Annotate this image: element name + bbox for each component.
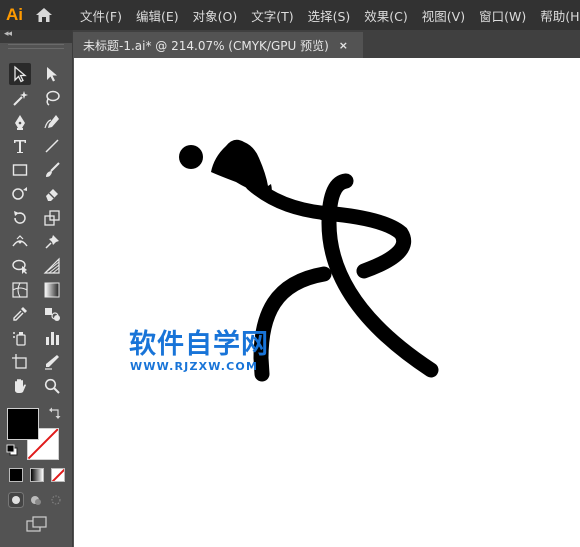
gradient-mode-button[interactable] [30, 468, 44, 482]
tools-panel: ◂◂ [0, 29, 73, 547]
eyedropper-tool[interactable] [9, 303, 31, 325]
stick-figure-artwork[interactable] [74, 58, 580, 547]
eraser-tool[interactable] [41, 183, 63, 205]
figure-arm-stroke [245, 177, 331, 220]
screen-mode-icon[interactable] [26, 516, 48, 534]
shaper-tool[interactable] [9, 183, 31, 205]
curvature-pen-icon [44, 115, 59, 129]
blend-tool[interactable] [41, 303, 63, 325]
rotate-tool[interactable] [9, 207, 31, 229]
zoom-tool[interactable] [41, 375, 63, 397]
menu-window[interactable]: 窗口(W) [472, 6, 533, 25]
menu-effect[interactable]: 效果(C) [357, 6, 414, 25]
panel-grip[interactable] [8, 44, 64, 49]
puppet-warp-tool[interactable] [41, 231, 63, 253]
type-t-icon [14, 140, 26, 153]
slice-knife-icon [45, 355, 59, 370]
swap-colors-icon[interactable] [48, 406, 62, 420]
hand-icon [15, 379, 26, 393]
mesh-tool[interactable] [9, 279, 31, 301]
fill-color-swatch[interactable] [7, 408, 39, 440]
menu-select[interactable]: 选择(S) [301, 6, 358, 25]
draw-inside-icon[interactable] [48, 492, 64, 508]
blend-icon [45, 308, 60, 321]
slice-tool[interactable] [41, 351, 63, 373]
width-tool[interactable] [9, 231, 31, 253]
document-tab-bar: 未标题-1.ai* @ 214.07% (CMYK/GPU 预览) × [73, 30, 580, 58]
close-tab-icon[interactable]: × [339, 39, 348, 52]
collapse-panel-icon[interactable]: ◂◂ [4, 29, 12, 39]
draw-behind-icon[interactable] [28, 492, 44, 508]
hand-tool[interactable] [9, 375, 31, 397]
lasso-tool[interactable] [41, 87, 63, 109]
draw-normal-icon[interactable] [8, 492, 24, 508]
scale-tool[interactable] [41, 207, 63, 229]
type-tool[interactable] [9, 135, 31, 157]
color-mode-button[interactable] [9, 468, 23, 482]
gradient-tool[interactable] [41, 279, 63, 301]
magic-wand-icon [13, 91, 28, 106]
magnifier-icon [44, 378, 60, 394]
shaper-icon [12, 187, 27, 200]
line-segment-tool[interactable] [41, 135, 63, 157]
shape-builder-tool[interactable] [9, 255, 31, 277]
shape-builder-icon [12, 259, 27, 274]
paintbrush-icon [46, 162, 60, 177]
none-mode-button[interactable] [51, 468, 65, 482]
default-colors-icon[interactable] [6, 444, 18, 456]
menu-bar: Ai 文件(F) 编辑(E) 对象(O) 文字(T) 选择(S) 效果(C) 视… [0, 0, 580, 30]
direct-selection-icon [47, 67, 57, 82]
document-tab[interactable]: 未标题-1.ai* @ 214.07% (CMYK/GPU 预览) × [73, 32, 363, 58]
pen-tool[interactable] [9, 111, 31, 133]
pen-icon [15, 115, 25, 130]
figure-head [179, 145, 203, 169]
menu-edit[interactable]: 编辑(E) [129, 6, 186, 25]
curvature-tool[interactable] [41, 111, 63, 133]
rotate-icon [14, 211, 26, 224]
menu-object[interactable]: 对象(O) [186, 6, 245, 25]
direct-selection-tool[interactable] [41, 63, 63, 85]
eyedropper-icon [13, 307, 27, 321]
menu-help[interactable]: 帮助(H) [533, 6, 580, 25]
gradient-icon [44, 282, 60, 298]
menu-view[interactable]: 视图(V) [415, 6, 472, 25]
artboard-canvas[interactable]: 软件自学网 WWW.RJZXW.COM [74, 58, 580, 547]
eraser-icon [46, 189, 58, 201]
perspective-grid-tool[interactable] [41, 255, 63, 277]
line-segment-icon [45, 139, 59, 153]
column-graph-icon [46, 332, 59, 345]
selection-arrow-icon [14, 65, 27, 83]
document-title: 未标题-1.ai* @ 214.07% (CMYK/GPU 预览) [83, 38, 329, 53]
symbol-sprayer-tool[interactable] [9, 327, 31, 349]
figure-leg-stroke [253, 266, 332, 382]
pushpin-icon [45, 235, 59, 249]
rectangle-icon [12, 164, 28, 176]
perspective-grid-icon [43, 257, 60, 274]
menu-file[interactable]: 文件(F) [73, 6, 129, 25]
menu-type[interactable]: 文字(T) [244, 6, 300, 25]
watermark: 软件自学网 WWW.RJZXW.COM [129, 329, 269, 374]
paintbrush-tool[interactable] [41, 159, 63, 181]
home-icon[interactable] [35, 5, 53, 25]
symbol-sprayer-icon [13, 332, 26, 346]
artboard-tool[interactable] [9, 351, 31, 373]
panel-header: ◂◂ [0, 29, 72, 43]
mesh-icon [12, 282, 28, 298]
selection-tool[interactable] [9, 63, 31, 85]
scale-icon [44, 210, 60, 226]
watermark-url: WWW.RJZXW.COM [130, 360, 259, 373]
width-icon [12, 235, 28, 247]
magic-wand-tool[interactable] [9, 87, 31, 109]
lasso-icon [46, 90, 60, 106]
rectangle-tool[interactable] [9, 159, 31, 181]
artboard-icon [12, 354, 27, 369]
column-graph-tool[interactable] [41, 327, 63, 349]
app-logo: Ai [6, 5, 23, 24]
watermark-title: 软件自学网 [129, 329, 269, 360]
